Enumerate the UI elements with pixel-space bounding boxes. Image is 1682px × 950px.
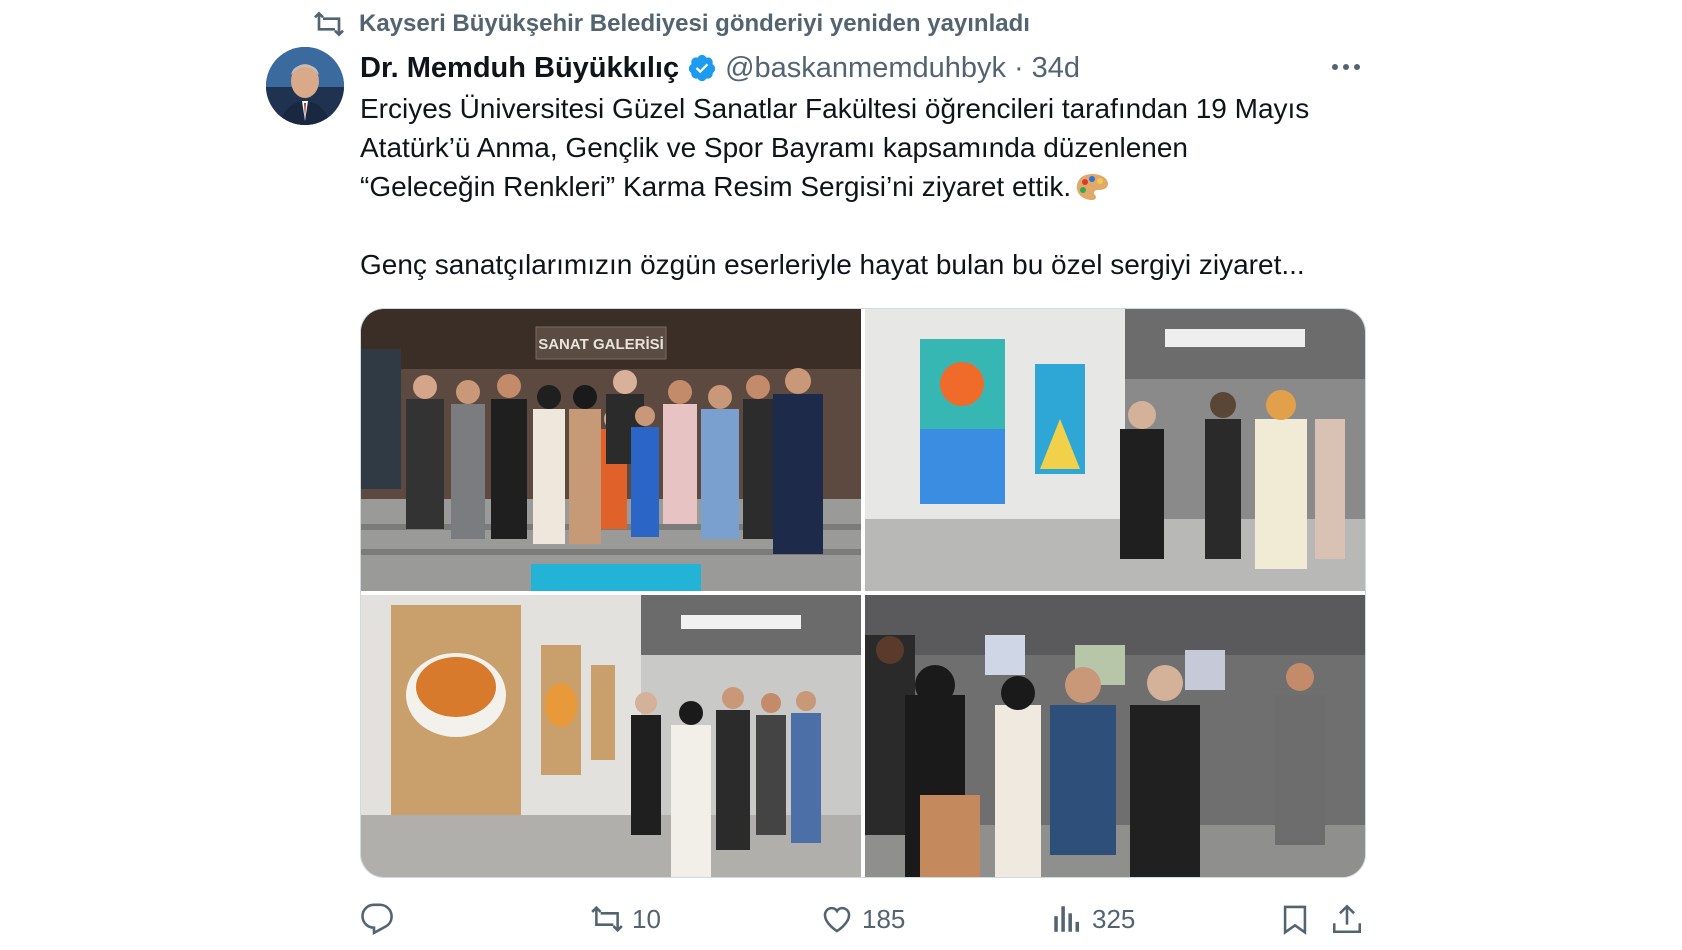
post-text-line-content: “Geleceğin Renkleri” Karma Resim Sergisi… bbox=[360, 171, 1072, 202]
reply-button[interactable] bbox=[360, 897, 394, 941]
bookmark-icon bbox=[1283, 905, 1307, 935]
repost-context[interactable]: Kayseri Büyükşehir Belediyesi gönderiyi … bbox=[313, 8, 1030, 40]
repost-count: 10 bbox=[632, 903, 661, 934]
action-bar: 10 185 325 bbox=[360, 897, 1365, 941]
repost-button[interactable]: 10 bbox=[590, 897, 661, 941]
reply-icon bbox=[361, 903, 393, 936]
like-button[interactable]: 185 bbox=[820, 897, 905, 941]
repost-icon bbox=[591, 905, 623, 933]
more-options-button[interactable] bbox=[1326, 50, 1366, 84]
gallery-sign-text: SANAT GALERİSİ bbox=[538, 336, 664, 353]
post-text-line: Genç sanatçılarımızın özgün eserleriyle … bbox=[360, 249, 1305, 280]
photo-group-gallery[interactable]: SANAT GALERİSİ bbox=[361, 309, 861, 591]
bookmark-button[interactable] bbox=[1278, 897, 1312, 941]
heart-icon bbox=[823, 906, 851, 933]
views-chart-icon bbox=[1054, 906, 1080, 932]
author-handle[interactable]: @baskanmemduhbyk bbox=[725, 52, 1006, 85]
views-count: 325 bbox=[1092, 903, 1136, 934]
repost-icon bbox=[314, 11, 344, 37]
verified-badge-icon bbox=[688, 54, 716, 82]
share-icon bbox=[1332, 904, 1362, 934]
post-text-line: Erciyes Üniversitesi Güzel Sanatlar Fakü… bbox=[360, 93, 1310, 124]
more-icon bbox=[1332, 64, 1360, 70]
avatar[interactable] bbox=[266, 47, 344, 125]
palette-emoji-icon bbox=[1076, 174, 1109, 200]
photo-exhibition-hall[interactable] bbox=[865, 309, 1365, 591]
separator-dot: · bbox=[1014, 51, 1024, 84]
post-text: Erciyes Üniversitesi Güzel Sanatlar Fakü… bbox=[360, 89, 1370, 284]
photo-paintings-food[interactable] bbox=[361, 595, 861, 877]
views-button[interactable]: 325 bbox=[1050, 897, 1135, 941]
share-button[interactable] bbox=[1330, 897, 1364, 941]
post-timestamp[interactable]: 34d bbox=[1032, 52, 1080, 85]
post-header: Dr. Memduh Büyükkılıç @baskanmemduhbyk ·… bbox=[360, 48, 1080, 88]
like-count: 185 bbox=[862, 903, 906, 934]
post-text-line: Atatürk’ü Anma, Gençlik ve Spor Bayramı … bbox=[360, 132, 1188, 163]
repost-context-text: Kayseri Büyükşehir Belediyesi gönderiyi … bbox=[359, 10, 1030, 37]
media-grid: SANAT GALERİSİ bbox=[360, 308, 1366, 878]
avatar-image bbox=[266, 47, 344, 125]
photo-greeting[interactable] bbox=[865, 595, 1365, 877]
author-name[interactable]: Dr. Memduh Büyükkılıç bbox=[360, 52, 679, 85]
post-text-line: “Geleceğin Renkleri” Karma Resim Sergisi… bbox=[360, 167, 1370, 206]
